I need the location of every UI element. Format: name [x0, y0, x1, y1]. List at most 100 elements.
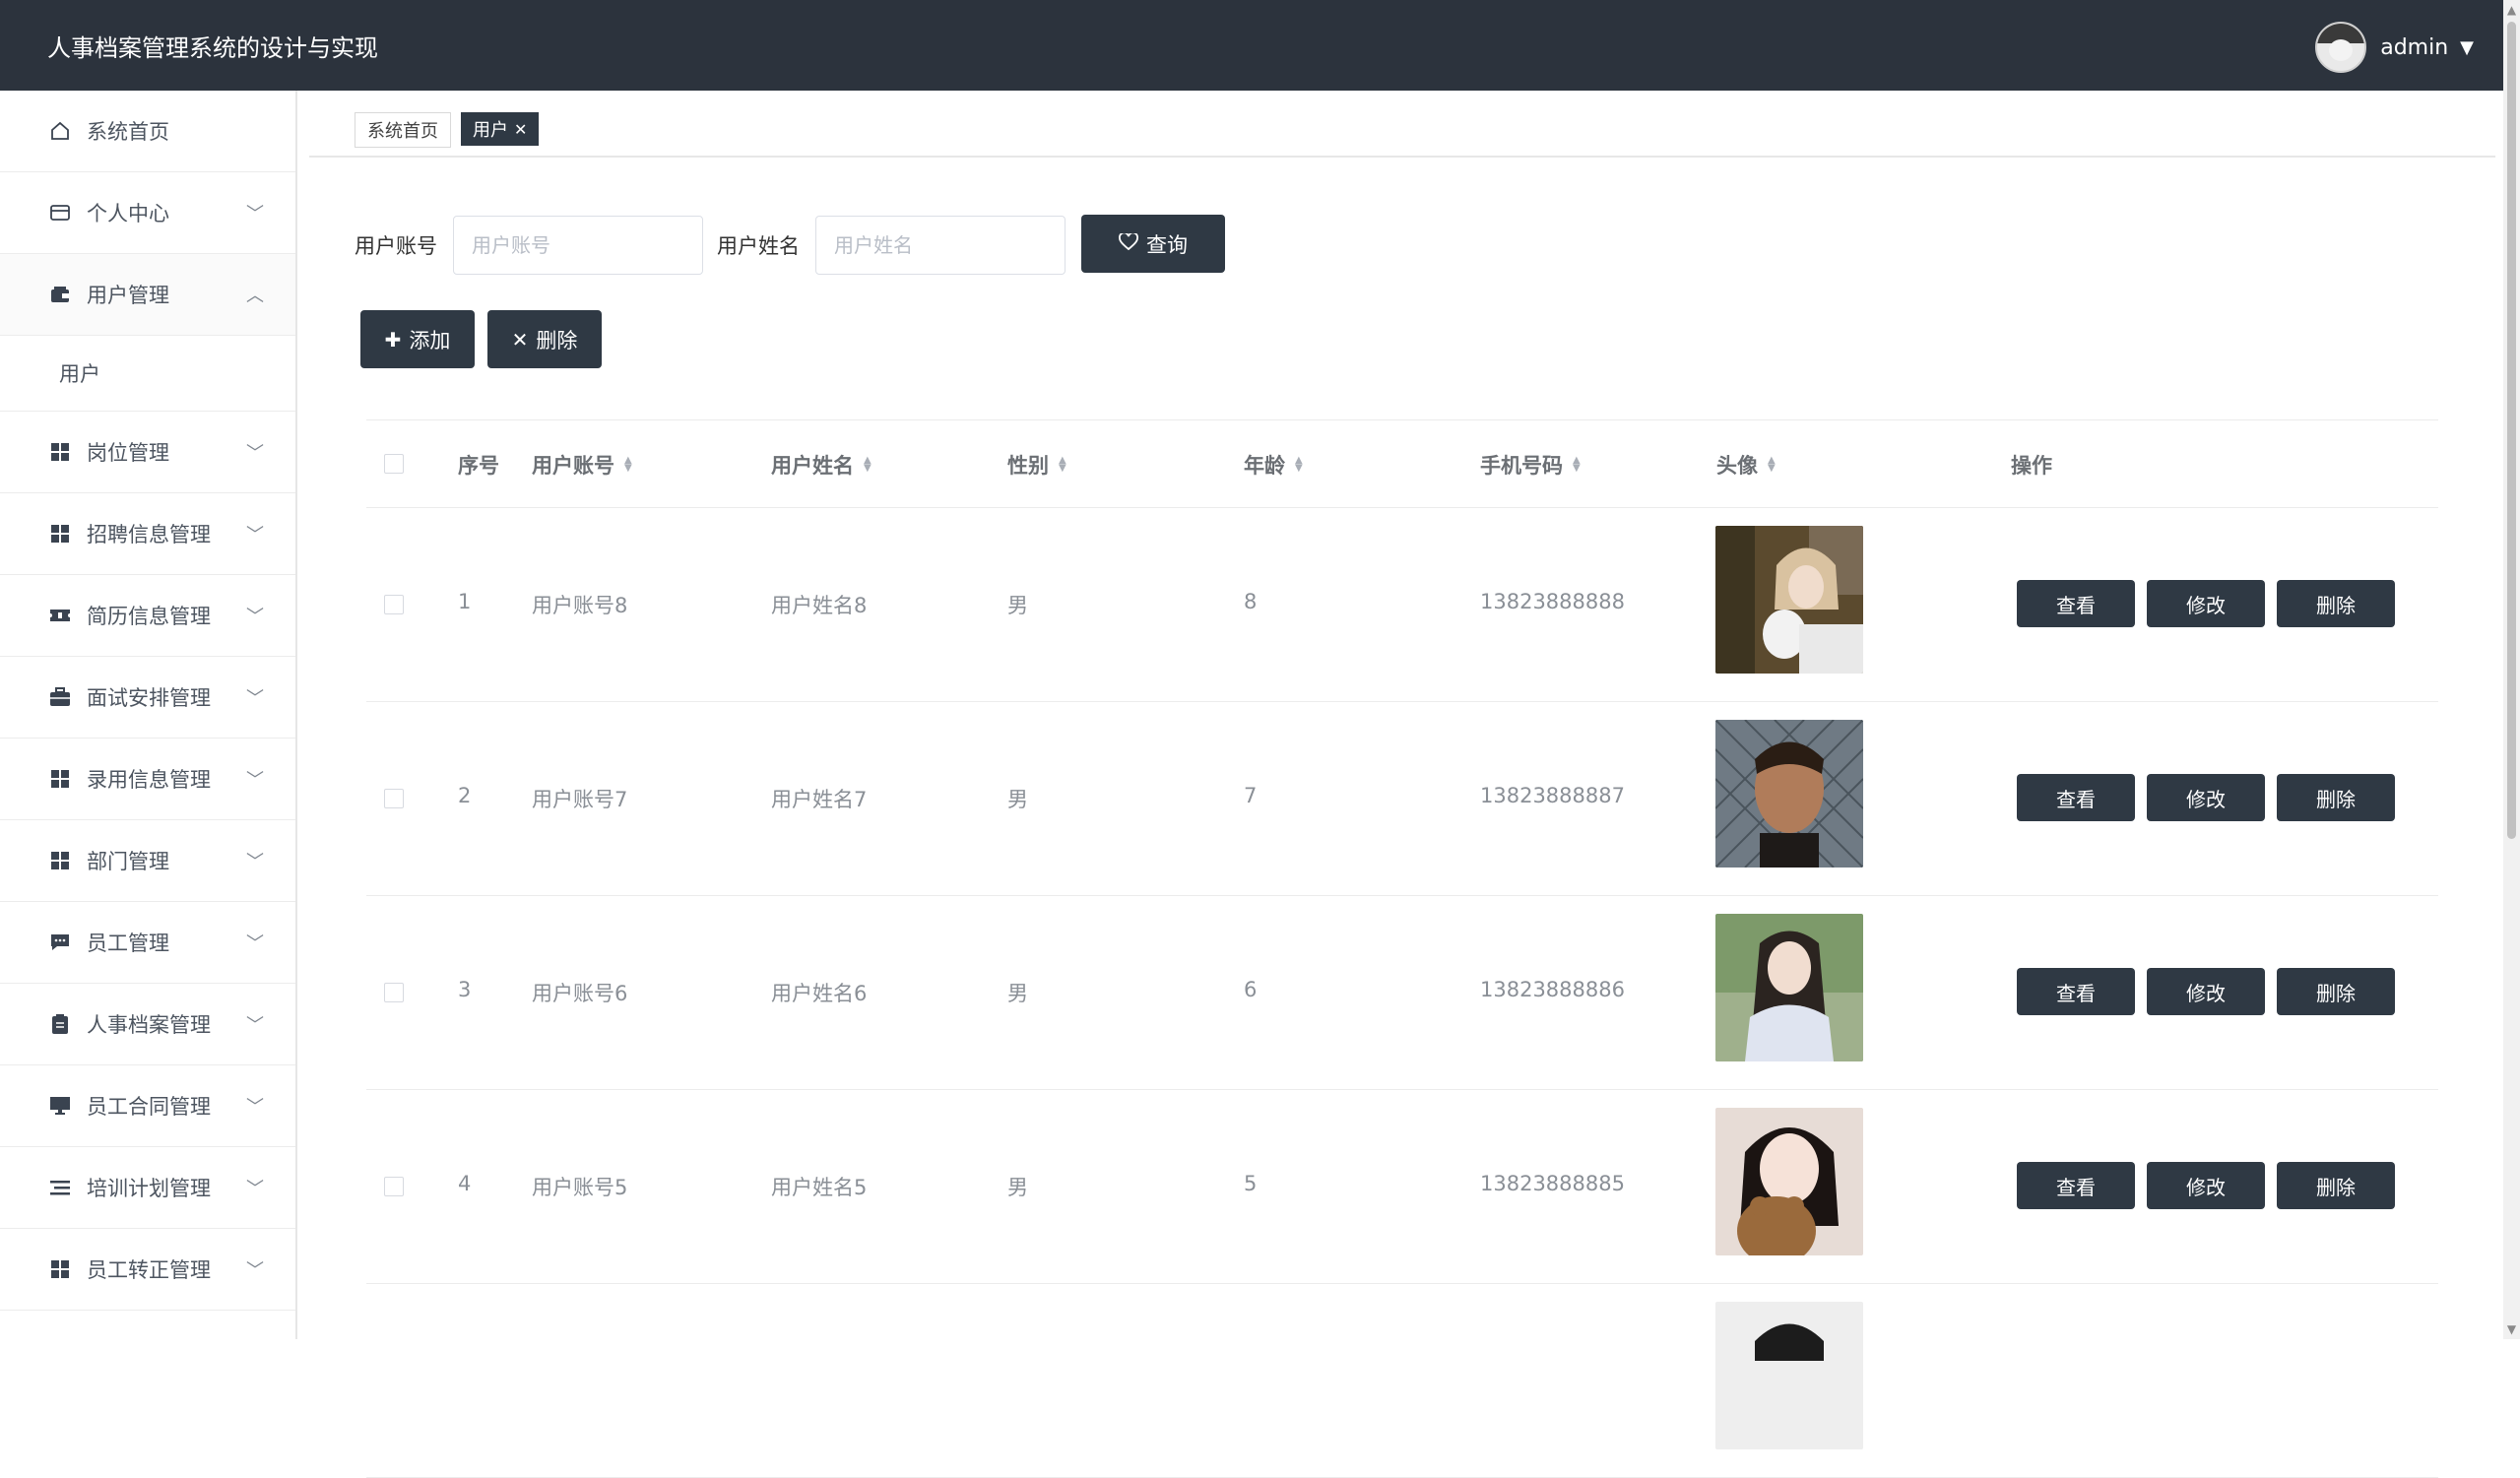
sort-icon[interactable]: ▲ ▼ — [624, 456, 632, 474]
column-header-avatar[interactable]: 头像 ▲ ▼ — [1716, 450, 1776, 480]
delete-button[interactable]: ✕ 删除 — [487, 310, 602, 368]
account-search-input[interactable] — [454, 217, 702, 274]
cell-phone: 13823888886 — [1480, 978, 1625, 1001]
scroll-up-arrow-icon[interactable]: ▲ — [2503, 0, 2520, 20]
sidebar: 系统首页 个人中心 ﹀ 用户管理 ︿ 用户 岗位管理 ﹀ 招聘信息管理 ﹀ 简历… — [0, 91, 297, 1339]
sidebar-item-archive[interactable]: 人事档案管理 ﹀ — [0, 984, 295, 1065]
plus-icon: ✚ — [384, 327, 402, 352]
view-button[interactable]: 查看 — [2017, 1162, 2135, 1209]
id-card-icon — [45, 202, 75, 224]
edit-button[interactable]: 修改 — [2147, 580, 2265, 627]
username[interactable]: admin — [2380, 35, 2448, 60]
cell-gender: 男 — [1007, 594, 1028, 617]
sidebar-item-employee[interactable]: 员工管理 ﹀ — [0, 902, 295, 984]
sidebar-item-home[interactable]: 系统首页 — [0, 91, 295, 172]
cell-account: 用户账号5 — [532, 1176, 628, 1199]
view-button[interactable]: 查看 — [2017, 774, 2135, 821]
row-delete-button[interactable]: 删除 — [2277, 1162, 2395, 1209]
view-button[interactable]: 查看 — [2017, 968, 2135, 1015]
sidebar-item-position[interactable]: 岗位管理 ﹀ — [0, 412, 295, 493]
sidebar-item-regularization[interactable]: 员工转正管理 ﹀ — [0, 1229, 295, 1311]
column-header-gender[interactable]: 性别 ▲ ▼ — [1007, 450, 1066, 480]
tab-home[interactable]: 系统首页 — [355, 112, 451, 148]
sort-icon[interactable]: ▲ ▼ — [1295, 456, 1303, 474]
cell-age: 7 — [1244, 784, 1258, 807]
query-button[interactable]: 查询 — [1081, 215, 1225, 273]
sort-icon[interactable]: ▲ ▼ — [1768, 456, 1776, 474]
sidebar-item-recruitment[interactable]: 招聘信息管理 ﹀ — [0, 493, 295, 575]
row-checkbox[interactable] — [384, 789, 404, 808]
cell-name: 用户姓名6 — [771, 982, 868, 1005]
column-header-name[interactable]: 用户姓名 ▲ ▼ — [771, 450, 872, 480]
account-search-field[interactable] — [453, 216, 703, 275]
cell-name: 用户姓名5 — [771, 1176, 868, 1199]
briefcase-icon — [45, 687, 75, 707]
cell-gender: 男 — [1007, 982, 1028, 1005]
avatar-photo — [1715, 720, 1863, 868]
avatar-photo — [1715, 526, 1863, 674]
cell-account: 用户账号8 — [532, 594, 628, 617]
edit-button[interactable]: 修改 — [2147, 968, 2265, 1015]
table-row: 4 用户账号5 用户姓名5 男 5 13823888885 查看 修改 删除 — [366, 1090, 2438, 1284]
chevron-down-icon: ﹀ — [246, 852, 264, 872]
column-header-account[interactable]: 用户账号 ▲ ▼ — [532, 450, 632, 480]
column-header-phone[interactable]: 手机号码 ▲ ▼ — [1480, 450, 1581, 480]
page-scrollbar[interactable]: ▲ ▼ — [2503, 0, 2520, 1339]
caret-down-icon[interactable]: ▼ — [2460, 37, 2474, 58]
view-button[interactable]: 查看 — [2017, 580, 2135, 627]
table-row: 1 用户账号8 用户姓名8 男 8 13823888888 查看 修改 删除 — [366, 508, 2438, 702]
row-delete-button[interactable]: 删除 — [2277, 580, 2395, 627]
row-checkbox[interactable] — [384, 1177, 404, 1196]
sidebar-item-user-management[interactable]: 用户管理 ︿ — [0, 254, 295, 336]
tab-user[interactable]: 用户 ✕ — [461, 112, 540, 146]
column-header-actions: 操作 — [2011, 454, 2052, 478]
grid-icon — [45, 851, 75, 870]
table-row: 2 用户账号7 用户姓名7 男 7 13823888887 查看 修改 删除 — [366, 702, 2438, 896]
chevron-down-icon: ﹀ — [246, 1179, 264, 1199]
sidebar-item-training[interactable]: 培训计划管理 ﹀ — [0, 1147, 295, 1229]
sidebar-item-personal[interactable]: 个人中心 ﹀ — [0, 172, 295, 254]
account-search-label: 用户账号 — [355, 234, 437, 258]
sort-icon[interactable]: ▲ ▼ — [1573, 456, 1581, 474]
cell-phone: 13823888887 — [1480, 784, 1625, 807]
cell-index: 4 — [458, 1172, 472, 1195]
grid-icon — [45, 442, 75, 462]
row-checkbox[interactable] — [384, 983, 404, 1002]
add-button[interactable]: ✚ 添加 — [360, 310, 475, 368]
close-icon[interactable]: ✕ — [514, 120, 527, 139]
table-row — [366, 1284, 2438, 1478]
chevron-down-icon: ﹀ — [246, 770, 264, 791]
sidebar-item-resume[interactable]: 简历信息管理 ﹀ — [0, 575, 295, 657]
sidebar-item-contract[interactable]: 员工合同管理 ﹀ — [0, 1065, 295, 1147]
name-search-field[interactable] — [815, 216, 1066, 275]
row-delete-button[interactable]: 删除 — [2277, 968, 2395, 1015]
row-delete-button[interactable]: 删除 — [2277, 774, 2395, 821]
name-search-input[interactable] — [816, 217, 1065, 274]
user-avatar[interactable] — [2315, 22, 2367, 73]
row-checkbox[interactable] — [384, 595, 404, 614]
cell-phone: 13823888885 — [1480, 1172, 1625, 1195]
column-header-age[interactable]: 年龄 ▲ ▼ — [1244, 450, 1303, 480]
chevron-down-icon: ﹀ — [246, 607, 264, 627]
user-table: 序号 用户账号 ▲ ▼ 用户姓名 ▲ ▼ 性别 ▲ ▼ 年龄 ▲ ▼ 手机号码 ▲ ▼ 头… — [366, 419, 2438, 1478]
avatar-photo — [1715, 1108, 1863, 1255]
table-header: 序号 用户账号 ▲ ▼ 用户姓名 ▲ ▼ 性别 ▲ ▼ 年龄 ▲ ▼ 手机号码 ▲ ▼ 头… — [366, 419, 2438, 508]
sort-icon[interactable]: ▲ ▼ — [1059, 456, 1066, 474]
sidebar-item-interview[interactable]: 面试安排管理 ﹀ — [0, 657, 295, 739]
scroll-down-arrow-icon[interactable]: ▼ — [2503, 1319, 2520, 1339]
edit-button[interactable]: 修改 — [2147, 1162, 2265, 1209]
scroll-thumb[interactable] — [2507, 22, 2516, 839]
edit-button[interactable]: 修改 — [2147, 774, 2265, 821]
column-header-index: 序号 — [458, 454, 499, 478]
sidebar-subitem-user[interactable]: 用户 — [0, 336, 295, 412]
chat-icon — [45, 932, 75, 952]
sidebar-item-hiring[interactable]: 录用信息管理 ﹀ — [0, 739, 295, 820]
user-menu[interactable]: admin ▼ — [2315, 22, 2474, 73]
sort-icon[interactable]: ▲ ▼ — [864, 456, 872, 474]
chevron-down-icon: ﹀ — [246, 688, 264, 709]
name-search-label: 用户姓名 — [717, 234, 800, 258]
avatar-photo — [1715, 1302, 1863, 1449]
select-all-checkbox[interactable] — [384, 454, 404, 474]
sidebar-item-department[interactable]: 部门管理 ﹀ — [0, 820, 295, 902]
cell-gender: 男 — [1007, 1176, 1028, 1199]
